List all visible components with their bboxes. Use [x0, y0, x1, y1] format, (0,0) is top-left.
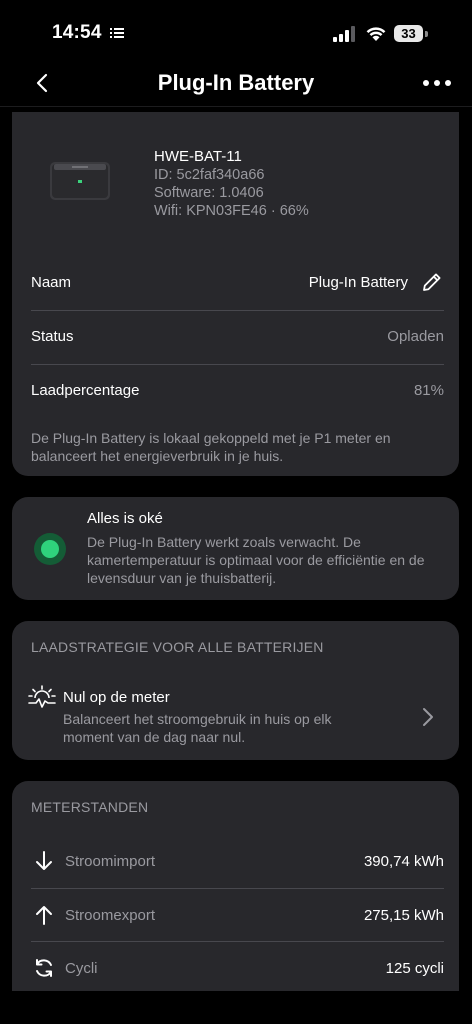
name-value: Plug-In Battery: [308, 274, 408, 291]
battery-nub: [425, 31, 428, 37]
device-wifi: Wifi: KPN03FE46 · 66%: [154, 203, 309, 219]
arrow-down-icon: [36, 851, 52, 870]
meter-row-export: Stroomexport 275,15 kWh: [31, 896, 444, 936]
device-id: ID: 5c2faf340a66: [154, 167, 265, 183]
status-value: Opladen: [387, 328, 444, 345]
divider: [31, 941, 444, 942]
meter-value: 390,74 kWh: [363, 853, 444, 870]
meter-label: Stroomimport: [65, 853, 156, 870]
divider: [31, 888, 444, 889]
meter-label: Cycli: [65, 960, 98, 977]
refresh-icon: [36, 959, 52, 977]
battery-device-image: [50, 162, 110, 200]
meter-row-cycles: Cycli 125 cycli: [31, 949, 444, 989]
status-row: Status Opladen: [31, 318, 444, 358]
meter-row-import: Stroomimport 390,74 kWh: [31, 842, 444, 882]
charge-row: Laadpercentage 81%: [31, 372, 444, 412]
divider: [31, 364, 444, 365]
meters-header: METERSTANDEN: [31, 799, 149, 815]
status-time: 14:54: [52, 22, 102, 43]
health-title: Alles is oké: [87, 510, 163, 527]
meter-label: Stroomexport: [65, 907, 156, 924]
more-options-icon[interactable]: [420, 74, 454, 92]
name-label: Naam: [31, 274, 72, 291]
health-description: De Plug-In Battery werkt zoals verwacht.…: [87, 534, 425, 586]
strategy-title[interactable]: Nul op de meter: [63, 689, 170, 706]
battery-level: 33: [394, 25, 423, 42]
chevron-right-icon[interactable]: [421, 706, 435, 728]
wifi-icon: [366, 27, 386, 41]
sun-pulse-icon: [28, 685, 56, 708]
status-bar: 14:54 33: [0, 0, 472, 60]
device-software: Software: 1.0406: [154, 185, 264, 201]
strategy-card: LAADSTRATEGIE VOOR ALLE BATTERIJEN Nul o…: [12, 621, 459, 760]
battery-indicator: 33: [394, 25, 430, 43]
charge-label: Laadpercentage: [31, 382, 140, 399]
charge-value: 81%: [413, 382, 444, 399]
edit-pencil-icon[interactable]: [420, 270, 444, 294]
name-row[interactable]: Naam Plug-In Battery: [31, 264, 444, 304]
strategy-description: Balanceert het stroomgebruik in huis op …: [63, 711, 332, 745]
device-description: De Plug-In Battery is lokaal gekoppeld m…: [31, 430, 391, 464]
strategy-header: LAADSTRATEGIE VOOR ALLE BATTERIJEN: [31, 639, 324, 655]
screen: 14:54 33 Plug-In Battery HWE-BAT-11 ID: …: [0, 0, 472, 1024]
divider: [31, 310, 444, 311]
page-title: Plug-In Battery: [157, 70, 315, 95]
status-label: Status: [31, 328, 74, 345]
device-card: HWE-BAT-11 ID: 5c2faf340a66 Software: 1.…: [12, 112, 459, 476]
arrow-up-icon: [36, 906, 52, 925]
device-name: HWE-BAT-11: [154, 148, 242, 165]
meters-card: METERSTANDEN Stroomimport 390,74 kWh Str…: [12, 781, 459, 991]
cellular-signal-icon: [333, 26, 355, 42]
nav-bar: Plug-In Battery: [0, 60, 472, 107]
meter-value: 275,15 kWh: [363, 907, 444, 924]
meter-value: 125 cycli: [385, 960, 444, 977]
focus-list-icon: [110, 28, 124, 38]
health-card: Alles is oké De Plug-In Battery werkt zo…: [12, 497, 459, 600]
status-ok-indicator: [34, 533, 66, 565]
